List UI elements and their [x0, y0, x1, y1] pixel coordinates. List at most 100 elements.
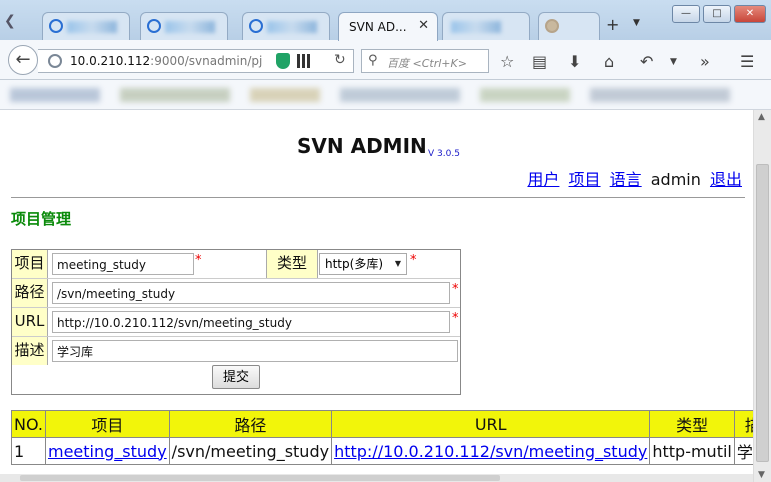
cell-url: http://10.0.210.112/svn/meeting_study: [331, 437, 651, 465]
address-bar[interactable]: 10.0.210.112:9000/svnadmin/pj ↻: [38, 49, 354, 73]
undo-icon[interactable]: ↶: [640, 52, 653, 71]
browser-tab[interactable]: [242, 12, 330, 40]
section-title: 项目管理: [11, 210, 72, 228]
tab-scroll-left-icon[interactable]: ❮: [4, 13, 16, 29]
projects-table: NO. 项目 路径 URL 类型 描述 1 meeting_study /svn…: [11, 410, 771, 465]
horizontal-scrollbar[interactable]: [0, 474, 753, 482]
type-select[interactable]: http(多库) ▼: [319, 253, 407, 275]
browser-tab-active[interactable]: SVN AD... ✕: [338, 12, 438, 41]
bookmark-item[interactable]: [120, 88, 230, 102]
download-icon[interactable]: ⬇: [568, 52, 581, 71]
home-icon[interactable]: ⌂: [604, 52, 614, 71]
close-window-icon[interactable]: ✕: [734, 5, 766, 23]
row-divider: [12, 336, 460, 337]
bookmark-item[interactable]: [480, 88, 570, 102]
star-icon[interactable]: ☆: [500, 52, 514, 71]
tab-title-blurred: [165, 21, 215, 33]
url-input[interactable]: http://10.0.210.112/svn/meeting_study: [52, 311, 450, 333]
browser-tab-bar: ❮ SVN AD... ✕ + ▼ — □ ✕: [0, 0, 771, 41]
project-name-label: 项目: [12, 250, 48, 278]
tab-favicon-icon: [147, 19, 161, 33]
type-select-value: http(多库): [325, 257, 383, 271]
row-divider: [12, 278, 460, 279]
scroll-down-icon[interactable]: ▼: [758, 470, 765, 480]
back-button[interactable]: ←: [8, 45, 38, 75]
required-marker: *: [452, 311, 459, 326]
browser-nav-bar: 10.0.210.112:9000/svnadmin/pj ↻ ← ⚲ 百度 <…: [0, 40, 771, 80]
maximize-window-icon[interactable]: □: [703, 5, 731, 23]
column-header-project: 项目: [45, 410, 170, 438]
table-header-row: NO. 项目 路径 URL 类型 描述: [11, 410, 771, 438]
column-header-type: 类型: [649, 410, 735, 438]
cell-project: meeting_study: [45, 437, 170, 465]
overflow-icon[interactable]: »: [700, 52, 710, 71]
path-input[interactable]: /svn/meeting_study: [52, 282, 450, 304]
qr-code-icon[interactable]: [297, 54, 311, 68]
minimize-window-icon[interactable]: —: [672, 5, 700, 23]
project-url-link[interactable]: http://10.0.210.112/svn/meeting_study: [334, 442, 647, 461]
app-version: V 3.0.5: [428, 149, 460, 159]
undo-dropdown-icon[interactable]: ▼: [670, 57, 677, 67]
vertical-scrollbar[interactable]: ▲ ▼: [753, 110, 771, 482]
reading-list-icon[interactable]: ▤: [532, 52, 547, 71]
bookmarks-bar: [0, 80, 771, 110]
new-tab-icon[interactable]: +: [606, 15, 619, 34]
search-box[interactable]: ⚲ 百度 <Ctrl+K>: [361, 49, 489, 73]
column-header-url: URL: [331, 410, 651, 438]
horizontal-scroll-thumb[interactable]: [20, 475, 500, 481]
row-divider: [12, 307, 460, 308]
cell-path: /svn/meeting_study: [168, 437, 333, 465]
tab-favicon-icon: [249, 19, 263, 33]
bookmark-item[interactable]: [250, 88, 320, 102]
shield-icon[interactable]: [276, 53, 290, 69]
required-marker: *: [410, 253, 417, 268]
tab-favicon-icon: [49, 19, 63, 33]
tab-favicon-icon: [545, 19, 559, 33]
browser-tab[interactable]: [538, 12, 600, 40]
search-placeholder: 百度 <Ctrl+K>: [387, 57, 467, 70]
browser-tab[interactable]: [442, 12, 530, 40]
description-input[interactable]: 学习库: [52, 340, 458, 362]
nav-language-link[interactable]: 语言: [610, 170, 642, 189]
table-row: 1 meeting_study /svn/meeting_study http:…: [11, 437, 771, 465]
cell-type: http-mutil: [649, 437, 735, 465]
tab-title-blurred: [267, 21, 317, 33]
nav-logout-link[interactable]: 退出: [710, 170, 742, 189]
search-icon: ⚲: [368, 53, 378, 68]
bookmark-item[interactable]: [10, 88, 100, 102]
tab-title-blurred: [451, 21, 501, 33]
page-content: SVN ADMIN V 3.0.5 用户 项目 语言 admin 退出 项目管理…: [0, 110, 771, 482]
required-marker: *: [452, 282, 459, 297]
path-label: 路径: [12, 279, 48, 307]
back-arrow-icon: ←: [15, 49, 31, 70]
bookmark-item[interactable]: [340, 88, 460, 102]
project-form: 项目 meeting_study * 类型 http(多库) ▼ * 路径 /s…: [11, 249, 461, 395]
hamburger-menu-icon[interactable]: ☰: [740, 52, 754, 71]
browser-tab[interactable]: [42, 12, 130, 40]
divider: [11, 197, 745, 198]
tab-list-dropdown-icon[interactable]: ▼: [633, 18, 640, 28]
column-header-no: NO.: [11, 410, 46, 438]
required-marker: *: [195, 253, 202, 268]
tab-title-blurred: [67, 21, 117, 33]
current-username: admin: [650, 170, 701, 189]
submit-button[interactable]: 提交: [212, 365, 260, 389]
column-header-path: 路径: [168, 410, 333, 438]
top-navigation: 用户 项目 语言 admin 退出: [523, 166, 742, 190]
nav-projects-link[interactable]: 项目: [569, 170, 601, 189]
project-link[interactable]: meeting_study: [48, 442, 167, 461]
project-name-input[interactable]: meeting_study: [52, 253, 194, 275]
description-label: 描述: [12, 337, 48, 365]
chevron-down-icon: ▼: [394, 259, 401, 268]
browser-tab[interactable]: [140, 12, 228, 40]
vertical-scroll-thumb[interactable]: [756, 164, 769, 462]
cell-no: 1: [11, 437, 46, 465]
address-text[interactable]: 10.0.210.112:9000/svnadmin/pj: [70, 54, 262, 68]
scroll-up-icon[interactable]: ▲: [758, 112, 765, 122]
tab-title: SVN AD...: [349, 20, 407, 34]
bookmark-item[interactable]: [590, 88, 730, 102]
reload-icon[interactable]: ↻: [334, 52, 346, 68]
close-tab-icon[interactable]: ✕: [418, 18, 429, 33]
nav-users-link[interactable]: 用户: [527, 170, 559, 189]
type-label: 类型: [266, 250, 318, 278]
